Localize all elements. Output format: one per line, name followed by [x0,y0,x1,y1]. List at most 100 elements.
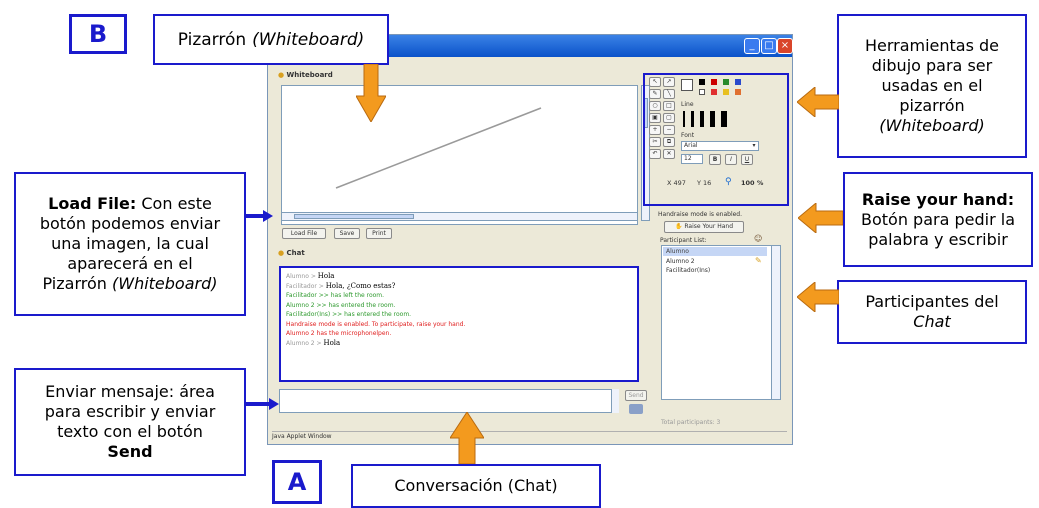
line-width-4[interactable] [710,111,715,127]
save-button[interactable]: Save [334,228,360,239]
cut-icon[interactable]: ✂ [649,137,661,147]
undo-icon[interactable]: ↶ [649,149,661,159]
callout-participants: Participantes del Chat [837,280,1027,344]
drawing-tools-panel: ↖ ↗ ✎ ╲ ○ □ ▣ ▢ + − ✂ ⧉ ↶ ✕ Line Font Ar… [643,73,789,206]
arrow-down-whiteboard [356,64,386,122]
select-tool-icon[interactable]: ↖ [649,77,661,87]
participant-list-scrollbar[interactable] [771,246,780,399]
maximize-icon[interactable]: □ [761,38,777,54]
minimize-icon[interactable]: _ [744,38,760,54]
whiteboard-label: Whiteboard [286,71,333,79]
bold-button[interactable]: B [709,154,721,165]
participant-item[interactable]: Alumno 2 [663,257,695,266]
line-label: Line [681,101,694,108]
callout-loadfile-italic: (Whiteboard) [112,274,218,293]
send-button[interactable]: Send [625,390,647,401]
italic-button[interactable]: I [725,154,737,165]
pencil-tool-icon[interactable]: ✎ [649,89,661,99]
magnifier-icon: ⚲ [725,177,732,187]
chat-message-text: Hola, ¿Como estas? [325,281,396,290]
status-bar-text: Java Applet Window [272,433,332,440]
participant-item[interactable]: Facilitador(Ins) [663,266,710,275]
raise-hand-label: Raise Your Hand [684,223,734,230]
callout-tools-line: dibujo para ser [871,56,993,75]
zoom-out-icon[interactable]: − [663,125,675,135]
whiteboard-hscrollbar[interactable] [281,212,638,221]
rectangle-tool-icon[interactable]: □ [663,101,675,111]
callout-send-message: Enviar mensaje: área para escribir y env… [14,368,246,476]
font-size-value: 12 [684,155,692,162]
color-swatch-black[interactable] [699,79,705,85]
callout-loadfile-line: aparecerá en el [67,254,193,273]
image-tool-icon[interactable]: ▣ [649,113,661,123]
color-swatch-blue[interactable] [735,79,741,85]
underline-button[interactable]: U [741,154,753,165]
emoticon-icon[interactable] [629,404,643,414]
chat-message: Alumno 2 >> has entered the room. [286,301,396,309]
callout-raise-hand: Raise your hand: Botón para pedir la pal… [843,172,1033,267]
line-width-2[interactable] [691,111,694,127]
arrow-left-raise [798,203,843,233]
color-swatch-orange[interactable] [735,89,741,95]
callout-send-line: para escribir y enviar [44,402,216,421]
delete-icon[interactable]: ✕ [663,149,675,159]
arrow-left-tools [797,87,839,117]
callout-whiteboard-title: Pizarrón [177,29,247,50]
coord-x-readout: X 497 [667,179,686,187]
callout-send-bold: Send [107,442,153,461]
color-swatch-white[interactable] [699,89,705,95]
line-width-5[interactable] [721,111,727,127]
java-applet-window: _ □ × ● Whiteboard Load File Save Print … [267,34,793,445]
participant-item[interactable]: Alumno [663,247,767,256]
font-label: Font [681,132,695,139]
callout-tools-italic: (Whiteboard) [879,116,985,135]
chat-message: Alumno > Hola [286,272,632,282]
zoom-in-icon[interactable]: + [649,125,661,135]
color-swatch-red-2[interactable] [711,89,717,95]
callout-tools-line: pizarrón [899,96,965,115]
message-input[interactable] [279,389,619,413]
callout-chat: Conversación (Chat) [351,464,601,508]
chat-message-sender: Alumno 2 [286,339,315,347]
chat-message-text: Hola [317,272,335,280]
ellipse-tool-icon[interactable]: ○ [649,101,661,111]
callout-whiteboard-italic: (Whiteboard) [252,29,365,50]
chat-bubble-icon: ● [278,71,285,79]
font-select[interactable]: Arial [681,141,759,151]
color-picker-icon[interactable] [681,79,693,91]
callout-load-file: Load File: Con este botón podemos enviar… [14,172,246,316]
whiteboard-canvas[interactable] [281,85,638,225]
callout-participants-italic: Chat [913,312,951,331]
text-select-tool-icon[interactable]: ↗ [663,77,675,87]
chat-header: ● Chat [278,249,305,257]
participants-icon: ☺ [754,234,763,243]
hscroll-thumb[interactable] [294,214,414,219]
callout-tools-line: Herramientas de [864,36,1000,55]
close-icon[interactable]: × [777,38,793,54]
color-swatch-yellow[interactable] [723,89,729,95]
label-b: B [69,14,127,54]
chat-message-separator: > [316,282,326,290]
arrow-right-loadfile [245,210,273,222]
font-size-select[interactable]: 12 [681,154,703,164]
status-bar: Java Applet Window [272,431,787,442]
message-input-scrollbar[interactable] [611,389,619,413]
load-file-button[interactable]: Load File [282,228,326,239]
callout-loadfile-first-line: Load File: Con este [16,194,244,214]
print-button[interactable]: Print [366,228,392,239]
line-tool-icon[interactable]: ╲ [663,89,675,99]
line-width-1[interactable] [683,111,685,127]
rounded-rect-tool-icon[interactable]: ▢ [663,113,675,123]
color-swatch-red[interactable] [711,79,717,85]
chat-label: Chat [286,249,305,257]
line-width-3[interactable] [700,111,704,127]
copy-icon[interactable]: ⧉ [663,137,675,147]
chat-message: Facilitador >> has left the room. [286,292,385,299]
raise-hand-button[interactable]: ✋ Raise Your Hand [664,221,744,233]
chevron-down-icon[interactable]: ▾ [749,141,759,151]
chat-message-text: Hola [323,338,341,347]
callout-whiteboard: Pizarrón (Whiteboard) [153,14,389,65]
chat-bubble-icon: ● [278,249,285,257]
color-swatch-green[interactable] [723,79,729,85]
callout-participants-line: Participantes del [865,292,999,311]
